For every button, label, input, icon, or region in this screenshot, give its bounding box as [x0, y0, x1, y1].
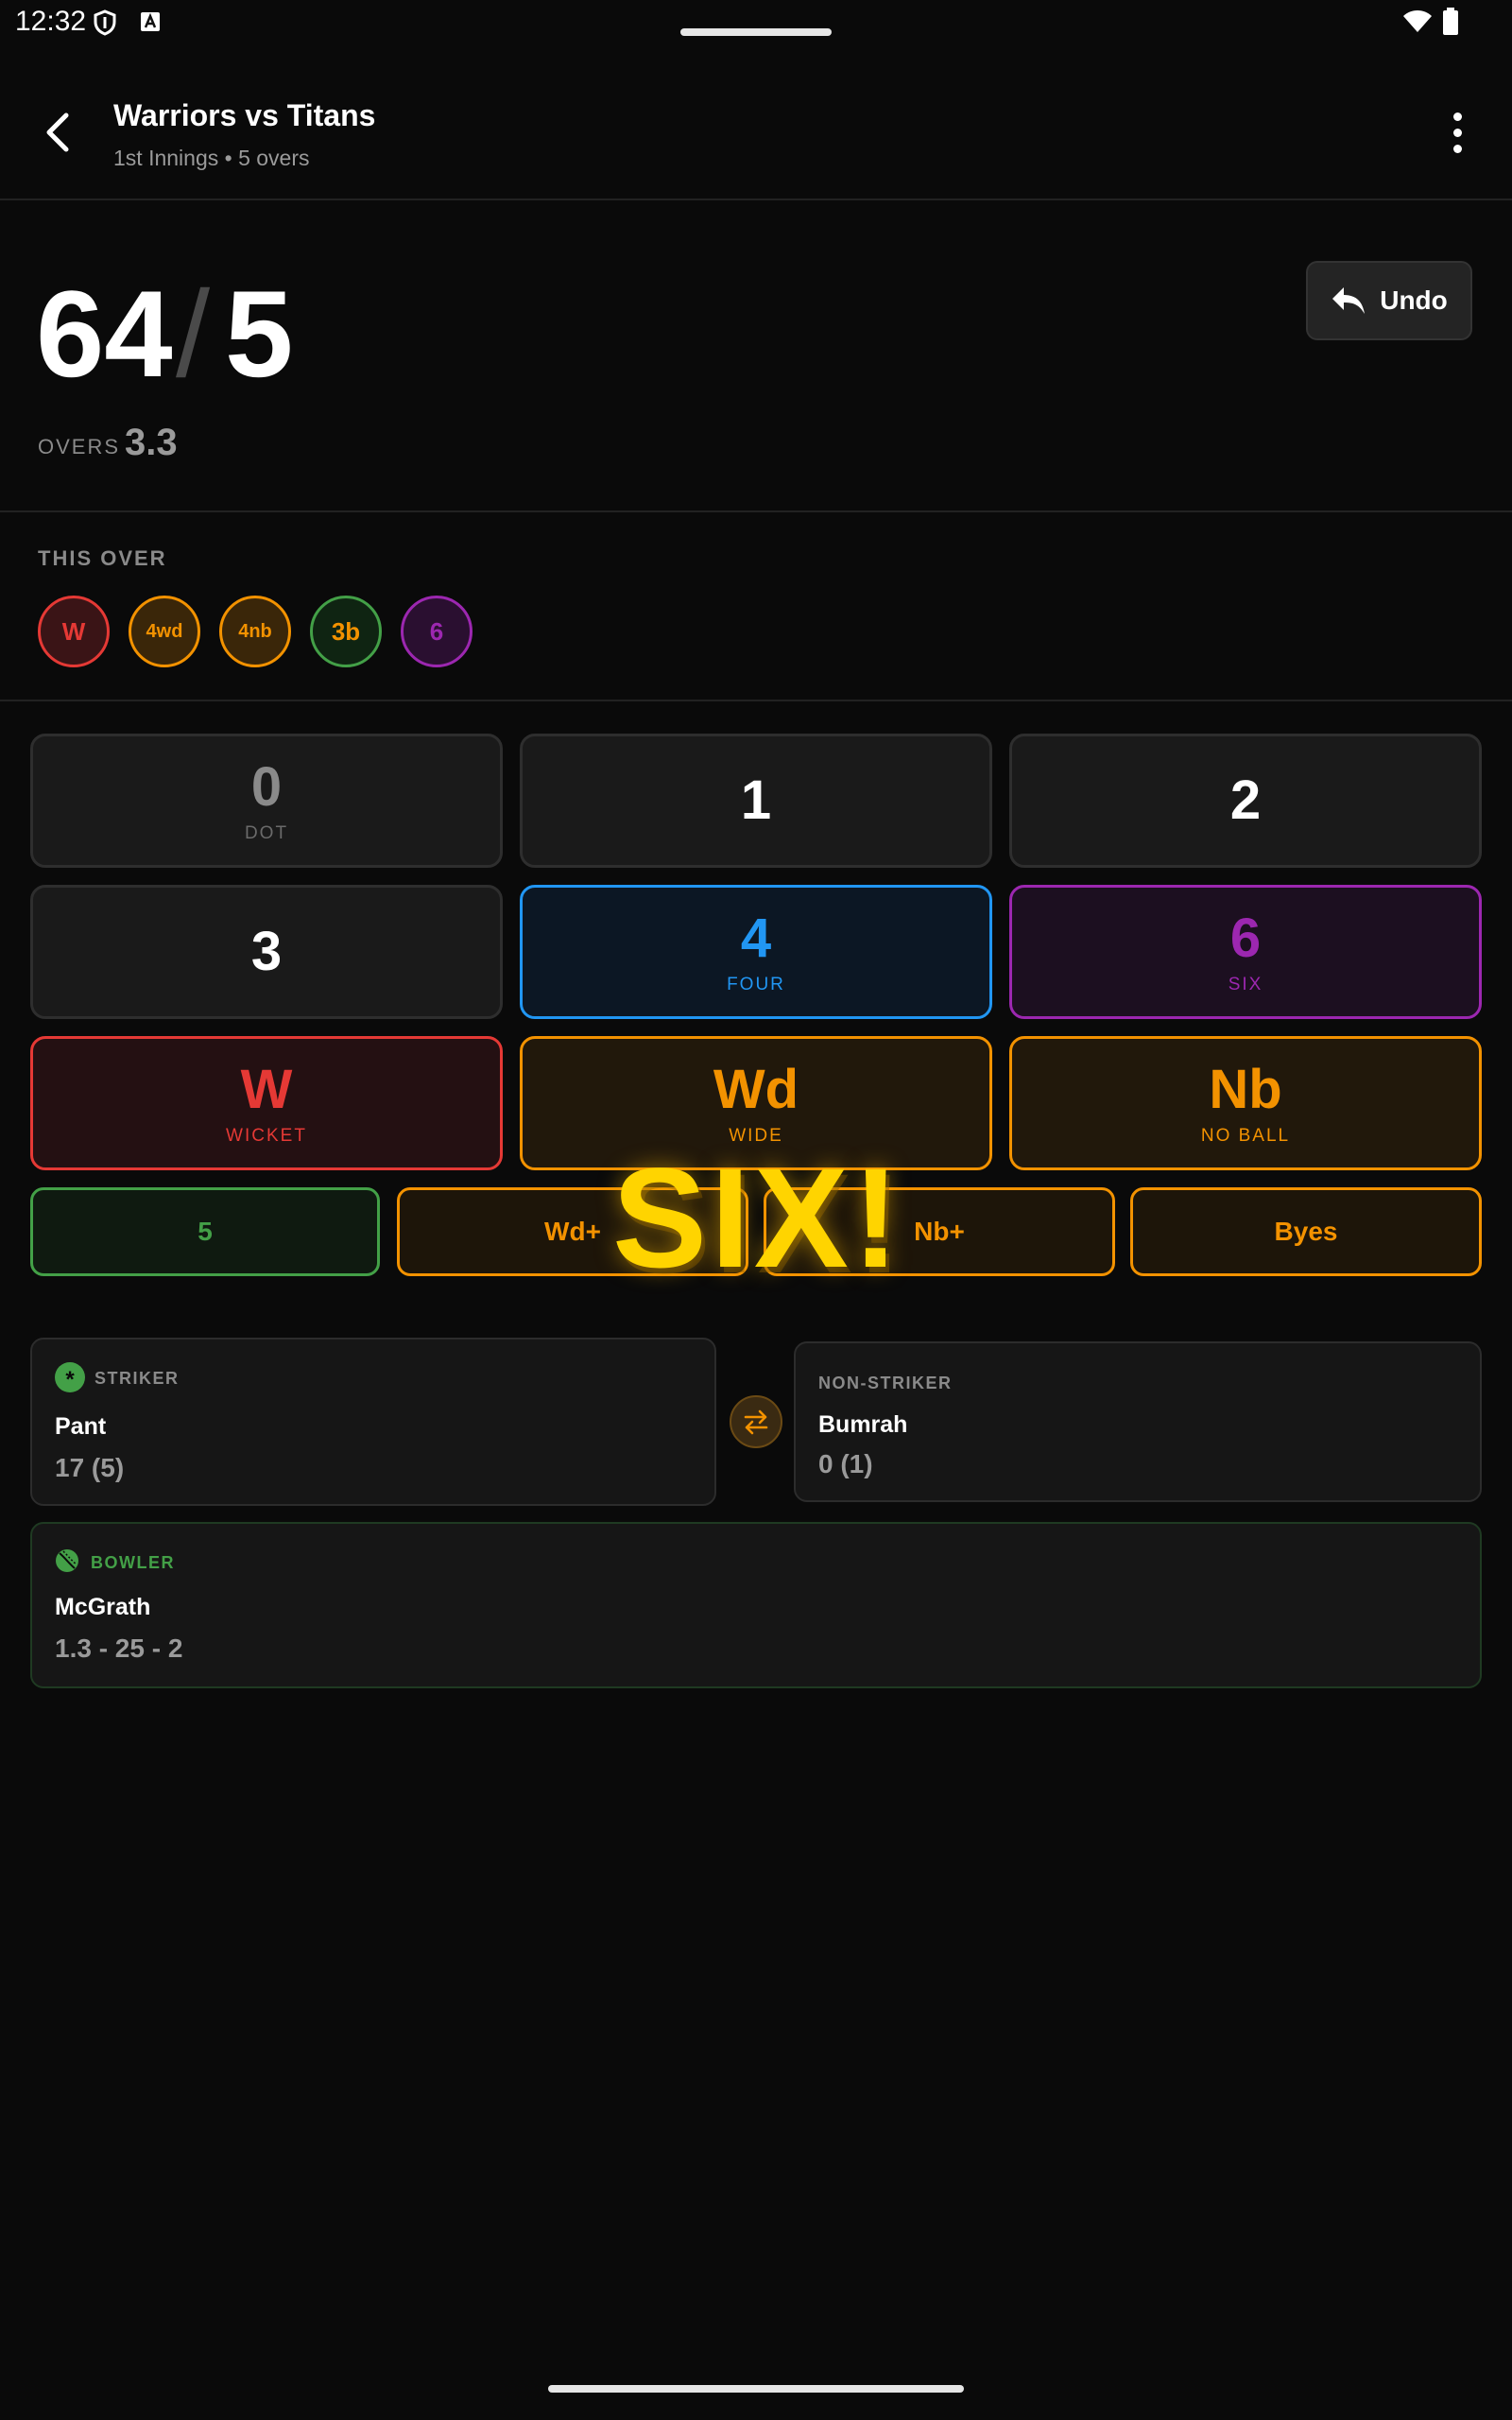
dot-main: 0 [250, 756, 283, 818]
runs: 64 [36, 265, 173, 403]
wickets: 5 [225, 265, 294, 403]
swap-icon [744, 1409, 768, 1435]
undo-label: Undo [1380, 285, 1448, 315]
non-striker-card[interactable]: NON-STRIKER Bumrah 0 (1) [794, 1341, 1482, 1502]
byes-button[interactable]: Byes [1130, 1187, 1482, 1276]
more-options-button[interactable] [1436, 106, 1478, 159]
ball-chip: 4nb [219, 596, 291, 667]
swap-batsmen-button[interactable] [730, 1395, 782, 1448]
dot-sub: DOT [244, 823, 289, 843]
two-main: 2 [1229, 769, 1262, 831]
home-indicator[interactable] [548, 2385, 964, 2393]
non-striker-name: Bumrah [818, 1411, 908, 1438]
header-divider [0, 199, 1512, 200]
ball-chip: 4wd [129, 596, 200, 667]
noball-button[interactable]: Nb NO BALL [1009, 1036, 1482, 1170]
six-main: 6 [1229, 908, 1262, 969]
this-over-divider [0, 700, 1512, 701]
more-vert-icon [1452, 112, 1462, 121]
non-striker-stat: 0 (1) [818, 1449, 873, 1478]
four-sub: FOUR [727, 975, 785, 994]
notch-indicator [680, 28, 832, 36]
bowler-card[interactable]: BOWLER McGrath 1.3 - 25 - 2 [30, 1522, 1482, 1688]
wicket-sub: WICKET [226, 1126, 307, 1146]
four-button[interactable]: 4 FOUR [520, 885, 992, 1019]
bowler-name: McGrath [55, 1594, 151, 1620]
this-over-label: THIS OVER [38, 546, 167, 570]
noball-main: Nb [1209, 1059, 1282, 1120]
cricket-ball-icon [55, 1548, 79, 1578]
undo-button[interactable]: Undo [1306, 261, 1472, 340]
match-title: Warriors vs Titans [113, 98, 376, 132]
one-run-button[interactable]: 1 [520, 734, 992, 868]
score-divider [0, 510, 1512, 512]
three-main: 3 [250, 921, 283, 982]
striker-label: STRIKER [94, 1369, 180, 1388]
six-sub: SIX [1228, 975, 1263, 994]
keyboard-icon [140, 11, 161, 37]
wicket-button[interactable]: W WICKET [30, 1036, 503, 1170]
six-celebration-overlay: SIX! [612, 1138, 903, 1297]
undo-icon [1332, 287, 1366, 314]
overs-label: OVERS [38, 435, 121, 458]
ball-chip: 3b [310, 596, 382, 667]
four-main: 4 [740, 908, 772, 969]
striker-card[interactable]: * STRIKER Pant 17 (5) [30, 1338, 716, 1506]
wide-main: Wd [713, 1059, 799, 1120]
status-time: 12:32 [15, 6, 87, 37]
striker-icon: * [55, 1362, 85, 1392]
three-runs-button[interactable]: 3 [30, 885, 503, 1019]
back-button[interactable] [34, 106, 81, 159]
dot-button[interactable]: 0 DOT [30, 734, 503, 868]
noball-sub: NO BALL [1200, 1126, 1291, 1146]
non-striker-label: NON-STRIKER [818, 1374, 953, 1392]
ball-chip: W [38, 596, 110, 667]
bowler-label: BOWLER [91, 1553, 175, 1572]
score-separator: / [176, 265, 211, 403]
wicket-main: W [240, 1059, 293, 1120]
one-main: 1 [740, 769, 772, 831]
match-subtitle: 1st Innings • 5 overs [113, 146, 310, 170]
overs-value: 3.3 [125, 422, 178, 463]
wifi-icon [1402, 9, 1433, 39]
ball-chip: 6 [401, 596, 472, 667]
striker-name: Pant [55, 1413, 107, 1440]
five-runs-button[interactable]: 5 [30, 1187, 380, 1276]
two-runs-button[interactable]: 2 [1009, 734, 1482, 868]
back-arrow-icon [46, 112, 69, 152]
battery-icon [1442, 8, 1459, 41]
six-button[interactable]: 6 SIX [1009, 885, 1482, 1019]
shield-icon [93, 9, 117, 41]
striker-stat: 17 (5) [55, 1453, 125, 1482]
bowler-stat: 1.3 - 25 - 2 [55, 1634, 183, 1663]
